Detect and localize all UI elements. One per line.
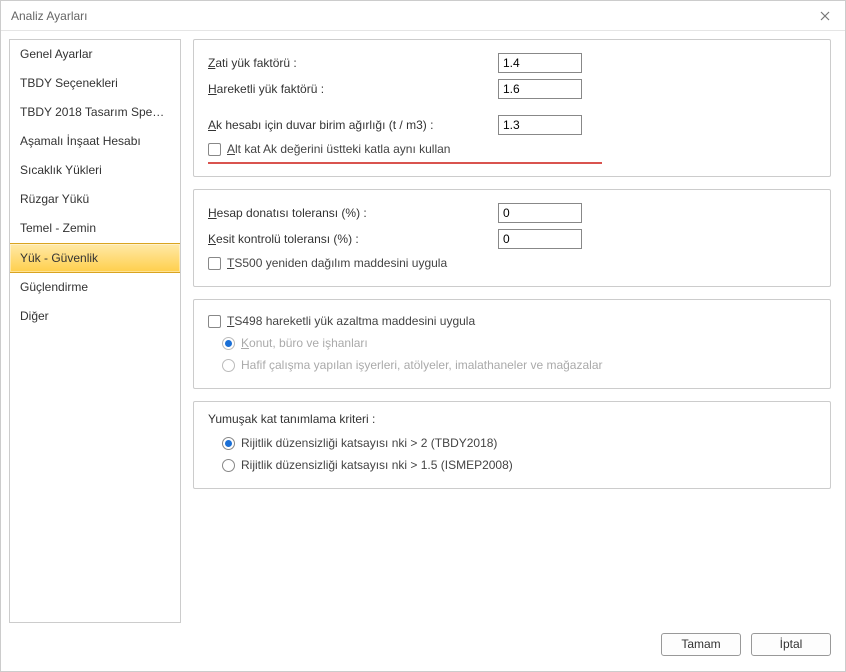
label-zati: Zati yük faktörü : — [208, 56, 498, 70]
sidebar-item-diger[interactable]: Diğer — [10, 302, 180, 331]
label-tbdy2018: Rijitlik düzensizliği katsayısı nki > 2 … — [241, 436, 497, 450]
label-ts500: TS500 yeniden dağılım maddesini uygula — [227, 256, 447, 270]
input-zati[interactable] — [498, 53, 582, 73]
group-tolerans: Hesap donatısı toleransı (%) : Kesit kon… — [193, 189, 831, 287]
label-yumusak-title: Yumuşak kat tanımlama kriteri : — [208, 412, 816, 426]
input-hareketli[interactable] — [498, 79, 582, 99]
sidebar-item-ruzgar[interactable]: Rüzgar Yükü — [10, 185, 180, 214]
content-panel: Zati yük faktörü : Hareketli yük faktörü… — [181, 39, 837, 623]
footer: Tamam İptal — [1, 631, 845, 665]
sidebar-item-tbdy-secenek[interactable]: TBDY Seçenekleri — [10, 69, 180, 98]
label-hesap-tolerans: Hesap donatısı toleransı (%) : — [208, 206, 498, 220]
sidebar: Genel Ayarlar TBDY Seçenekleri TBDY 2018… — [9, 39, 181, 623]
checkbox-ts500[interactable] — [208, 257, 221, 270]
label-ismep2008: Rijitlik düzensizliği katsayısı nki > 1.… — [241, 458, 513, 472]
label-kesit-tolerans: Kesit kontrolü toleransı (%) : — [208, 232, 498, 246]
window-title: Analiz Ayarları — [11, 9, 815, 23]
red-underline-indicator — [208, 162, 602, 164]
label-konut: Konut, büro ve işhanları — [241, 336, 368, 350]
titlebar: Analiz Ayarları — [1, 1, 845, 31]
sidebar-item-yuk-guvenlik[interactable]: Yük - Güvenlik — [10, 243, 180, 273]
checkbox-altkat[interactable] — [208, 143, 221, 156]
radio-ismep2008[interactable] — [222, 459, 235, 472]
checkbox-ts498-row[interactable]: TS498 hareketli yük azaltma maddesini uy… — [208, 310, 816, 332]
label-ak: Ak hesabı için duvar birim ağırlığı (t /… — [208, 118, 498, 132]
group-yumusak-kat: Yumuşak kat tanımlama kriteri : Rijitlik… — [193, 401, 831, 489]
radio-hafif — [222, 359, 235, 372]
group-ts498: TS498 hareketli yük azaltma maddesini uy… — [193, 299, 831, 389]
label-ts498: TS498 hareketli yük azaltma maddesini uy… — [227, 314, 475, 328]
sidebar-item-sicaklik[interactable]: Sıcaklık Yükleri — [10, 156, 180, 185]
sidebar-item-guclendirme[interactable]: Güçlendirme — [10, 273, 180, 302]
label-hafif: Hafif çalışma yapılan işyerleri, atölyel… — [241, 358, 603, 372]
label-altkat: Alt kat Ak değerini üstteki katla aynı k… — [227, 142, 450, 156]
cancel-button[interactable]: İptal — [751, 633, 831, 656]
checkbox-ts498[interactable] — [208, 315, 221, 328]
sidebar-item-asamali[interactable]: Aşamalı İnşaat Hesabı — [10, 127, 180, 156]
input-kesit-tolerans[interactable] — [498, 229, 582, 249]
group-load-factors: Zati yük faktörü : Hareketli yük faktörü… — [193, 39, 831, 177]
radio-konut — [222, 337, 235, 350]
checkbox-altkat-row[interactable]: Alt kat Ak değerini üstteki katla aynı k… — [208, 138, 816, 160]
sidebar-item-temel[interactable]: Temel - Zemin — [10, 214, 180, 243]
radio-tbdy2018[interactable] — [222, 437, 235, 450]
ok-button[interactable]: Tamam — [661, 633, 741, 656]
input-ak[interactable] — [498, 115, 582, 135]
close-icon[interactable] — [815, 6, 835, 26]
label-hareketli: Hareketli yük faktörü : — [208, 82, 498, 96]
checkbox-ts500-row[interactable]: TS500 yeniden dağılım maddesini uygula — [208, 252, 816, 274]
sidebar-item-genel[interactable]: Genel Ayarlar — [10, 40, 180, 69]
input-hesap-tolerans[interactable] — [498, 203, 582, 223]
sidebar-item-tbdy-2018[interactable]: TBDY 2018 Tasarım Spekt... — [10, 98, 180, 127]
